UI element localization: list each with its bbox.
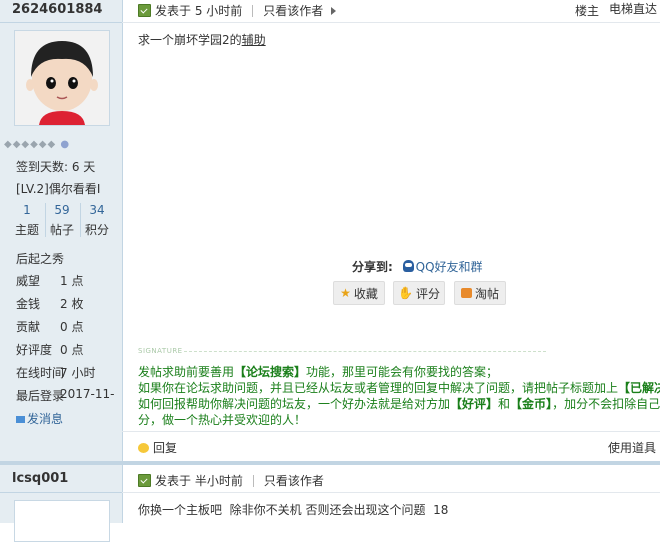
arrow-right-icon[interactable] <box>331 6 337 15</box>
reply-button[interactable]: 回复 <box>138 439 177 456</box>
only-author-link[interactable]: 只看该作者 <box>264 472 324 489</box>
send-message-label: 发消息 <box>27 412 64 426</box>
elevator-link[interactable]: 电梯直达 <box>609 0 657 17</box>
post-content-text: 求一个崩坏学园2的 <box>138 33 242 47</box>
share-row: 分享到: QQ好友和群 <box>352 258 483 275</box>
favorite-label: 收藏 <box>353 286 378 301</box>
signature-line-4: 分，做一个热心并受欢迎的人！ <box>138 413 307 427</box>
prop-prestige-value: 1 点 <box>60 274 84 288</box>
post-online-icon <box>138 4 151 17</box>
medal-icon: ● <box>60 139 71 150</box>
prop-rating-value: 0 点 <box>60 343 84 357</box>
level-medals: ◆◆◆◆◆◆ ● <box>4 139 70 150</box>
stat-credits-label: 积分 <box>84 223 109 237</box>
post-content: 你换一个主板吧 除非你不关机 否则还会出现这个问题 18 <box>138 503 449 517</box>
diamond-icon: ◆◆◆◆◆◆ <box>4 139 57 150</box>
share-qq-link[interactable]: QQ好友和群 <box>402 260 483 274</box>
post-content: 求一个崩坏学园2的辅助 <box>138 31 266 48</box>
stat-threads-label: 主题 <box>14 223 39 237</box>
thumbs-up-icon: ✋ <box>398 286 413 300</box>
post-time: 发表于 5 小时前 <box>155 4 243 18</box>
signature-line-1: 发帖求助前要善用【论坛搜索】功能，那里可能会有你要找的答案； <box>138 365 499 379</box>
prop-money-value: 2 枚 <box>60 297 84 311</box>
stat-threads-count: 1 <box>23 203 31 217</box>
avatar[interactable] <box>14 500 110 542</box>
basket-icon <box>460 288 472 298</box>
collect-thread-label: 淘帖 <box>474 286 499 301</box>
share-qq-label: QQ好友和群 <box>415 260 483 274</box>
header-separator <box>252 474 254 487</box>
post-time: 发表于 半小时前 <box>155 474 243 488</box>
post-content-link[interactable]: 辅助 <box>242 33 266 47</box>
stat-threads[interactable]: 1 主题 <box>10 203 44 238</box>
user-rank: 后起之秀 <box>16 252 65 266</box>
post-header: 发表于 5 小时前 只看该作者 <box>138 2 337 19</box>
author-username[interactable]: lcsq001 <box>12 471 68 486</box>
rate-button[interactable]: ✋ 评分 <box>393 281 445 305</box>
star-icon: ★ <box>340 286 351 300</box>
signature-divider <box>184 351 546 352</box>
avatar[interactable] <box>14 30 110 126</box>
user-level[interactable]: [LV.2]偶尔看看I <box>16 180 100 197</box>
reply-label: 回复 <box>153 441 178 455</box>
avatar-image <box>15 31 109 125</box>
post-header: 发表于 半小时前 只看该作者 <box>138 472 324 489</box>
only-author-link[interactable]: 只看该作者 <box>263 2 323 19</box>
checkin-days: 签到天数: 6 天 <box>16 160 96 174</box>
header-divider <box>122 22 660 23</box>
stat-posts-count: 59 <box>54 203 70 217</box>
header-divider <box>122 492 660 493</box>
author-username[interactable]: 2624601884 <box>12 2 102 17</box>
prop-lastlogin-label: 最后登录 <box>16 389 65 403</box>
use-tool-link[interactable]: 使用道具 <box>608 439 656 456</box>
rate-label: 评分 <box>415 286 440 301</box>
sidebar-divider <box>0 22 122 23</box>
prop-online-value: 7 小时 <box>60 366 96 380</box>
prop-contribution-label: 贡献 <box>16 320 41 334</box>
sidebar-divider <box>0 492 122 493</box>
stat-credits[interactable]: 34 积分 <box>80 203 114 238</box>
prop-online-label: 在线时间 <box>16 366 65 380</box>
post-online-icon <box>138 474 151 487</box>
floor-label: 楼主 <box>575 4 600 18</box>
signature-line-2: 如果你在论坛求助问题，并且已经从坛友或者管理的回复中解决了问题，请把帖子标题加上… <box>138 381 660 395</box>
stat-credits-count: 34 <box>89 203 105 217</box>
prop-lastlogin-value: 2017-11- <box>60 387 115 401</box>
stat-posts[interactable]: 59 帖子 <box>45 203 79 238</box>
prop-money-label: 金钱 <box>16 297 41 311</box>
prop-rating-label: 好评度 <box>16 343 53 357</box>
footer-divider <box>122 431 660 432</box>
qq-icon <box>402 260 414 272</box>
prop-prestige-label: 威望 <box>16 274 41 288</box>
share-label: 分享到: <box>352 260 393 274</box>
post-separator <box>0 461 660 465</box>
stat-posts-label: 帖子 <box>49 223 74 237</box>
signature-line-3: 如何回报帮助你解决问题的坛友，一个好办法就是给对方加【好评】和【金币】，加分不会… <box>138 397 660 411</box>
signature-tag: SIGNATURE <box>138 347 183 355</box>
envelope-icon <box>16 416 25 423</box>
collect-thread-button[interactable]: 淘帖 <box>454 281 506 305</box>
header-separator <box>252 4 254 17</box>
favorite-button[interactable]: ★ 收藏 <box>333 281 385 305</box>
send-message-link[interactable]: 发消息 <box>16 410 63 427</box>
reply-bubble-icon <box>138 442 149 453</box>
prop-contribution-value: 0 点 <box>60 320 84 334</box>
